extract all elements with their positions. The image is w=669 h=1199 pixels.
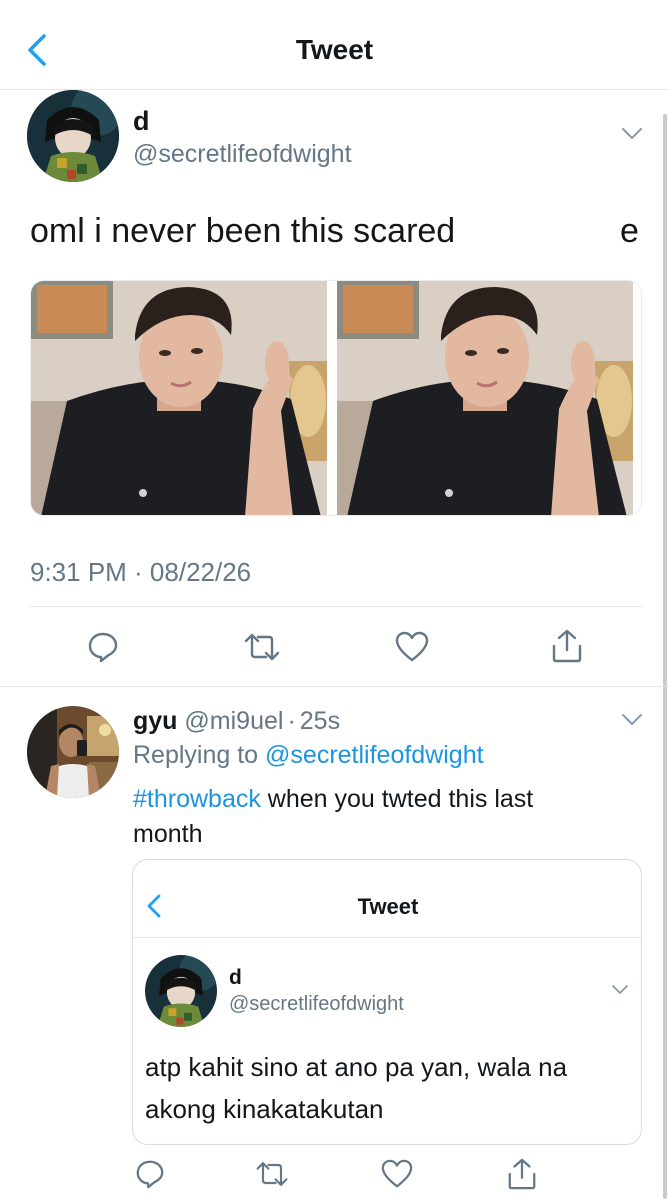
quote-top-bar: Tweet	[133, 860, 641, 938]
divider	[0, 686, 669, 687]
comment-icon[interactable]	[86, 630, 120, 664]
attached-image[interactable]: Tweet d @secretlifeofdwight atp kahit si…	[132, 859, 642, 1145]
photo-left[interactable]	[31, 281, 327, 515]
separator: ·	[287, 707, 296, 735]
chevron-down-icon	[612, 985, 628, 994]
chevron-down-icon[interactable]	[620, 126, 644, 142]
chevron-down-icon[interactable]	[620, 712, 644, 728]
author-handle[interactable]: @mi9uel	[184, 707, 283, 735]
retweet-icon[interactable]	[254, 1158, 290, 1190]
replying-label: Replying to	[133, 741, 259, 769]
heart-icon[interactable]	[394, 630, 430, 664]
author-name[interactable]: gyu	[133, 707, 177, 735]
quoted-author-name: d	[229, 966, 242, 989]
heart-icon[interactable]	[380, 1158, 414, 1190]
quoted-tweet-text-line1: atp kahit sino at ano pa yan, wala na	[145, 1052, 568, 1082]
reply-text: when you twted this last	[260, 785, 534, 813]
retweet-icon[interactable]	[242, 630, 282, 664]
scrollbar[interactable]	[663, 114, 667, 1199]
reply-header: gyu @mi9uel · 25s	[133, 707, 340, 736]
avatar[interactable]	[27, 90, 119, 182]
hashtag-link[interactable]: #throwback	[133, 785, 261, 813]
replying-handle-link[interactable]: @secretlifeofdwight	[265, 741, 484, 769]
photo-right[interactable]	[337, 281, 633, 515]
avatar	[145, 955, 217, 1027]
author-name[interactable]: d	[133, 106, 150, 137]
quoted-tweet-text-line2: akong kinakatakutan	[145, 1094, 384, 1124]
divider	[30, 606, 642, 607]
clipped-text: e	[620, 212, 639, 250]
tweet-text: oml i never been this scared	[30, 212, 456, 250]
share-icon[interactable]	[550, 628, 584, 664]
top-bar: Tweet	[0, 0, 669, 90]
replying-to: Replying to @secretlifeofdwight	[133, 741, 484, 770]
author-handle[interactable]: @secretlifeofdwight	[133, 140, 352, 169]
quoted-author-handle: @secretlifeofdwight	[229, 993, 404, 1015]
avatar[interactable]	[27, 706, 119, 798]
tweet-media[interactable]	[30, 280, 642, 516]
comment-icon[interactable]	[134, 1158, 166, 1190]
reply-age: 25s	[299, 707, 341, 735]
reply-text-line2: month	[133, 820, 203, 848]
timestamp[interactable]: 9:31 PM · 08/22/26	[30, 557, 251, 588]
share-icon[interactable]	[506, 1157, 538, 1191]
page-title: Tweet	[295, 34, 374, 65]
quote-page-title: Tweet	[357, 894, 419, 919]
reply-text-line1: #throwback when you twted this last	[133, 785, 533, 814]
